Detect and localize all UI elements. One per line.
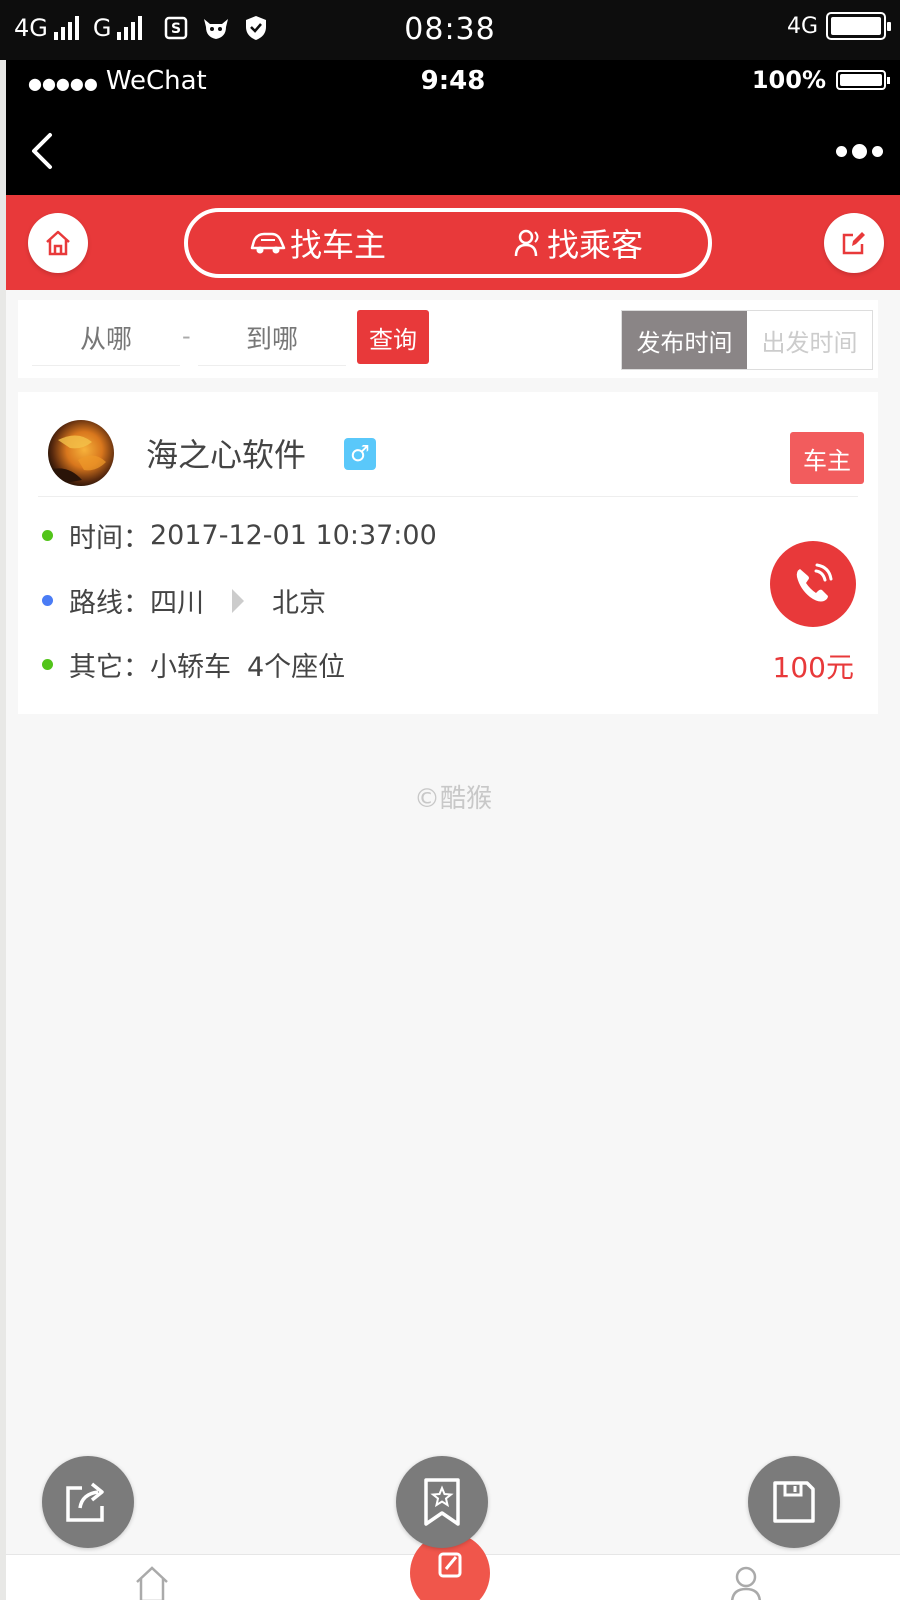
save-icon	[773, 1481, 815, 1523]
route-separator: -	[182, 322, 191, 350]
call-button[interactable]	[770, 541, 856, 627]
route-to: 北京	[272, 588, 326, 619]
route-from: 四川	[150, 588, 204, 619]
tab-find-driver[interactable]: 找车主	[188, 212, 448, 274]
passenger-icon	[514, 229, 539, 257]
blue-dot-icon	[42, 595, 53, 606]
other-info-row: 其它： 小轿车 4个座位	[42, 645, 345, 684]
card-divider	[38, 496, 858, 497]
edit-icon	[842, 232, 865, 255]
time-label: 时间：	[69, 523, 150, 554]
time-value: 2017-12-01 10:37:00	[150, 520, 437, 551]
phone-icon	[796, 563, 833, 602]
home-button[interactable]	[28, 213, 88, 273]
tab-find-driver-label: 找车主	[289, 226, 386, 264]
price: 100元	[772, 651, 854, 684]
share-icon	[66, 1482, 104, 1522]
chevron-left-icon	[32, 133, 52, 169]
app-header: 找车主 找乘客	[6, 195, 900, 290]
more-dot-icon	[852, 143, 867, 159]
more-dot-icon	[836, 145, 847, 157]
arrow-right-icon	[232, 588, 244, 613]
battery-percent: 100%	[751, 66, 826, 94]
vehicle-type: 小轿车	[150, 652, 231, 683]
home-outline-icon	[136, 1566, 168, 1600]
home-icon	[46, 230, 70, 256]
sort-by-departure-time[interactable]: 出发时间	[747, 311, 872, 369]
route-label: 路线：	[69, 588, 150, 619]
from-input[interactable]	[32, 314, 180, 366]
role-badge: 车主	[790, 432, 864, 484]
tab-find-passenger[interactable]: 找乘客	[448, 212, 708, 274]
departure-time-row: 时间： 2017-12-01 10:37:00	[42, 516, 437, 555]
user-name: 海之心软件	[146, 436, 307, 474]
more-dot-icon	[872, 145, 883, 157]
device-status-bar: 4G G S 08:38 4G	[0, 0, 900, 60]
tab-profile[interactable]	[726, 1563, 766, 1600]
share-button[interactable]	[42, 1456, 134, 1548]
phone-screen: ●●●●● WeChat 9:48 100% 找车主 找乘客 从哪 - 到哪 查…	[6, 60, 900, 1600]
bookmark-button[interactable]	[396, 1456, 488, 1548]
ride-listing-card[interactable]: 海之心软件 ♂ 车主 时间： 2017-12-01 10:37:00 路线： 四…	[18, 392, 878, 714]
copyright-text: ©酷猴	[413, 784, 492, 814]
sort-by-publish-time[interactable]: 发布时间	[622, 311, 747, 369]
ios-status-bar: ●●●●● WeChat 9:48 100%	[6, 60, 900, 105]
device-clock: 08:38	[404, 12, 496, 47]
search-bar: - 查询 发布时间 出发时间	[18, 300, 878, 378]
avatar	[48, 420, 114, 486]
to-input[interactable]	[198, 314, 346, 366]
wechat-nav-bar	[6, 105, 900, 195]
device-status-right: 4G	[786, 12, 891, 40]
query-button[interactable]: 查询	[357, 310, 429, 364]
tab-home[interactable]	[132, 1563, 172, 1600]
more-options-button[interactable]	[836, 139, 886, 163]
ios-battery-group: 100%	[751, 66, 890, 94]
user-icon	[730, 1566, 762, 1600]
network-label-right: 4G	[786, 13, 818, 39]
ios-battery-icon	[836, 70, 890, 90]
tab-find-passenger-label: 找乘客	[546, 226, 643, 264]
seat-count: 4个座位	[247, 652, 346, 683]
edit-icon	[438, 1552, 462, 1578]
battery-icon	[826, 12, 891, 40]
route-row: 路线： 四川 北京	[42, 581, 326, 620]
sort-toggle: 发布时间 出发时间	[621, 310, 873, 370]
male-icon: ♂	[344, 438, 376, 470]
bottom-tab-bar	[6, 1533, 900, 1600]
green-dot-icon	[42, 530, 53, 541]
save-button[interactable]	[748, 1456, 840, 1548]
car-icon	[250, 232, 286, 254]
green-dot-icon	[42, 659, 53, 670]
bookmark-star-icon	[424, 1478, 460, 1526]
other-label: 其它：	[69, 652, 150, 683]
back-button[interactable]	[24, 131, 64, 171]
mode-switch: 找车主 找乘客	[184, 208, 712, 278]
publish-button[interactable]	[824, 213, 884, 273]
